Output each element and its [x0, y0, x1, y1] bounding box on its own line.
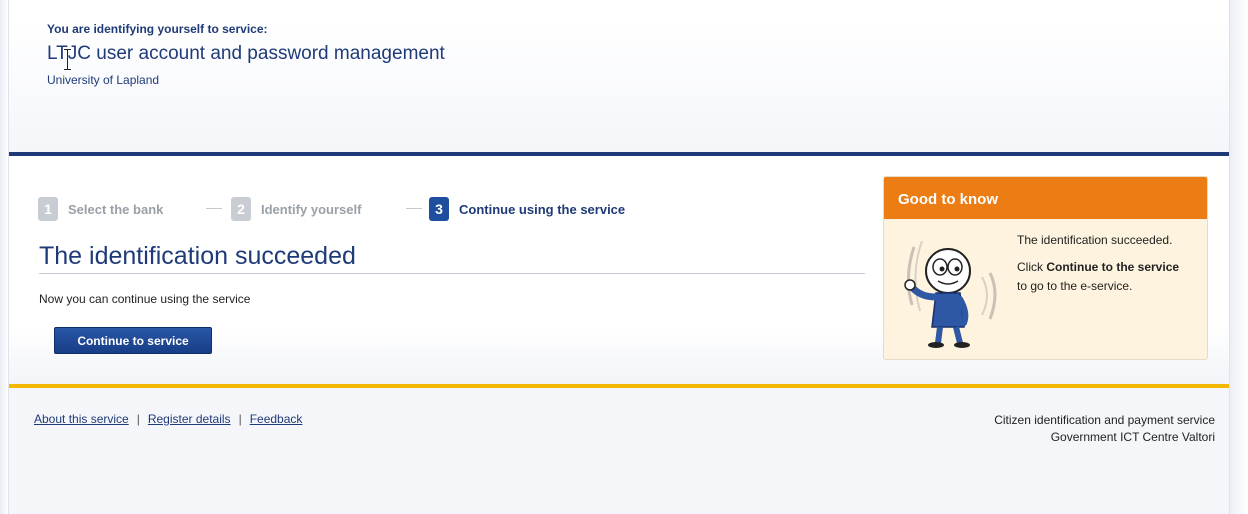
step-continue-service: 3 Continue using the service [429, 196, 625, 222]
info-suffix: to go to the e-service. [1017, 279, 1133, 293]
info-box-title: Good to know [884, 177, 1207, 219]
organization-name: University of Lapland [47, 73, 160, 87]
page-title: The identification succeeded [39, 242, 865, 274]
register-details-link[interactable]: Register details [148, 412, 231, 426]
info-box-text: The identification succeeded. Click Cont… [1017, 231, 1192, 304]
step-label: Select the bank [68, 201, 164, 217]
footer-links: About this service | Register details | Feed… [34, 412, 302, 426]
step-separator [406, 208, 422, 209]
waving-cartoon-figure-icon [904, 240, 997, 348]
provider-service: Citizen identification and payment servi… [994, 413, 1215, 427]
provider-organization: Government ICT Centre Valtori [1050, 430, 1215, 444]
step-number-badge: 2 [231, 197, 251, 221]
page-frame: You are identifying yourself to service:… [8, 0, 1230, 514]
service-header: You are identifying yourself to service:… [9, 0, 1229, 152]
info-line-instructions: Click Continue to the service to go to t… [1017, 258, 1192, 296]
about-service-link[interactable]: About this service [34, 412, 129, 426]
step-label: Identify yourself [261, 201, 362, 217]
info-prefix: Click [1017, 260, 1047, 274]
left-page-shade [0, 0, 8, 514]
service-name: LTJC user account and password managemen… [47, 43, 445, 64]
page-message: Now you can continue using the service [39, 292, 251, 306]
step-label: Continue using the service [459, 201, 626, 217]
info-line-succeeded: The identification succeeded. [1017, 233, 1173, 247]
feedback-link[interactable]: Feedback [250, 412, 303, 426]
step-number-badge: 1 [38, 197, 58, 221]
text-cursor-icon [64, 49, 71, 70]
continue-to-service-button[interactable]: Continue to service [54, 327, 212, 354]
step-select-bank: 1 Select the bank [38, 196, 163, 222]
footer-separator: | [238, 412, 242, 426]
identification-intro: You are identifying yourself to service: [47, 22, 268, 36]
right-page-shade [1228, 0, 1248, 514]
good-to-know-box: Good to know The identification succeede… [883, 176, 1208, 360]
step-separator [206, 208, 222, 209]
main-content: 1 Select the bank 2 Identify yourself 3 … [9, 156, 1229, 384]
provider-info: Citizen identification and payment servi… [994, 412, 1215, 446]
page-footer: About this service | Register details | Feed… [9, 388, 1229, 514]
step-number-badge: 3 [429, 197, 449, 221]
info-highlight: Continue to the service [1046, 260, 1180, 274]
footer-separator: | [136, 412, 140, 426]
step-identify-yourself: 2 Identify yourself [231, 196, 361, 222]
